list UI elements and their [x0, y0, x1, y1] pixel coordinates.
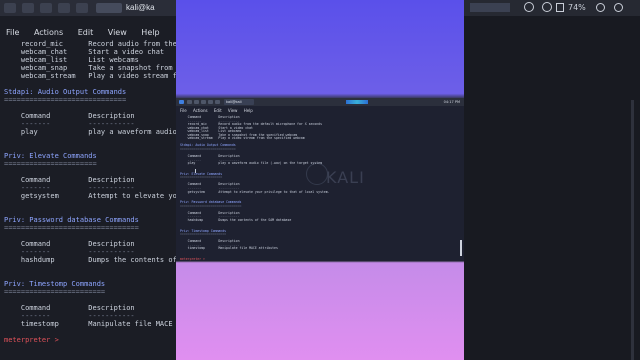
terminal-line: ================================ [4, 224, 139, 232]
terminal-line: webcam_stream Play a video stream from t… [20, 72, 176, 80]
menu-file[interactable]: File [6, 28, 19, 37]
right-background: 74% [464, 0, 640, 360]
task-terminal-tab[interactable]: kali@kali [224, 99, 254, 105]
menu-actions-small[interactable]: Actions [193, 108, 208, 113]
terminal-line: ======================== [4, 288, 106, 296]
left-window-title: kali@ka [126, 3, 155, 12]
left-top-panel: kali@ka [0, 0, 176, 16]
lock-icon[interactable] [596, 3, 605, 12]
network-icon[interactable] [524, 2, 534, 12]
battery-percent: 74% [568, 3, 586, 12]
volume-icon[interactable] [542, 2, 552, 12]
system-tray: 04:17 PM [443, 100, 460, 104]
terminal-menubar: File Actions Edit View Help [180, 108, 258, 113]
browser-icon-small[interactable] [215, 100, 220, 104]
kali-logo-icon[interactable] [179, 100, 184, 104]
browser-icon[interactable] [58, 3, 70, 13]
kali-top-panel: kali@kali 04:17 PM [176, 98, 464, 106]
terminal-line: play play a waveform audio file (.wav) o… [180, 161, 323, 166]
menu-help[interactable]: Help [141, 28, 159, 37]
terminal-line: hashdump Dumps the contents of the SAM d… [180, 217, 292, 222]
terminal-scrollbar[interactable] [460, 240, 462, 256]
workspace-1-icon[interactable] [187, 100, 192, 104]
terminal-line: play play a waveform audio file [20, 128, 176, 136]
terminal-line: ================================ [180, 203, 242, 208]
cpu-graph [346, 100, 368, 104]
meterpreter-prompt: meterpreter > [4, 336, 64, 344]
power-icon[interactable] [614, 3, 623, 12]
text-cursor-icon [195, 169, 196, 173]
files-icon[interactable] [40, 3, 52, 13]
right-panel-graph [470, 3, 510, 12]
kali-watermark: KALI [326, 168, 365, 187]
workspace-2-icon[interactable] [194, 100, 199, 104]
workspace-icon[interactable] [22, 3, 34, 13]
menu-help-small[interactable]: Help [244, 108, 253, 113]
terminal-line: timestomp Manipulate file MACE attrib [20, 320, 173, 328]
menu-edit[interactable]: Edit [78, 28, 94, 37]
files-icon-small[interactable] [201, 100, 206, 104]
right-scroll-track [631, 100, 634, 360]
battery-icon [556, 3, 564, 12]
terminal-line: getsystem Attempt to elevate your pri [20, 192, 176, 200]
terminal-line: ============================= [180, 146, 236, 151]
left-menubar: File Actions Edit View Help [6, 28, 172, 37]
left-background-terminal: kali@ka File Actions Edit View Help reco… [0, 0, 176, 360]
terminal-icon[interactable] [76, 3, 88, 13]
terminal-line: timestomp Manipulate file MACE attribute… [180, 246, 278, 251]
menu-actions[interactable]: Actions [34, 28, 63, 37]
terminal-line: ====================== [4, 160, 97, 168]
right-top-panel: 74% [464, 0, 640, 16]
terminal-line: hashdump Dumps the contents of the S [20, 256, 176, 264]
meterpreter-prompt: meterpreter > [180, 257, 207, 261]
kali-menu-icon[interactable] [4, 3, 16, 13]
terminal-line: ====================== [180, 175, 223, 180]
terminal-line: webcam_stream Play a video stream from t… [180, 136, 305, 141]
terminal-line: ============================= [4, 96, 127, 104]
terminal-icon-small[interactable] [208, 100, 213, 104]
menu-view[interactable]: View [108, 28, 127, 37]
terminal-line: getsystem Attempt to elevate your privil… [180, 189, 330, 194]
kali-watermark-dragon-icon [306, 163, 328, 185]
kali-screenshot: kali@kali 04:17 PM File Actions Edit Vie… [176, 98, 464, 261]
menu-file-small[interactable]: File [180, 108, 187, 113]
menu-edit-small[interactable]: Edit [214, 108, 222, 113]
menu-view-small[interactable]: View [228, 108, 238, 113]
terminal-line: ======================== [180, 232, 227, 237]
window-tab[interactable] [96, 3, 122, 13]
